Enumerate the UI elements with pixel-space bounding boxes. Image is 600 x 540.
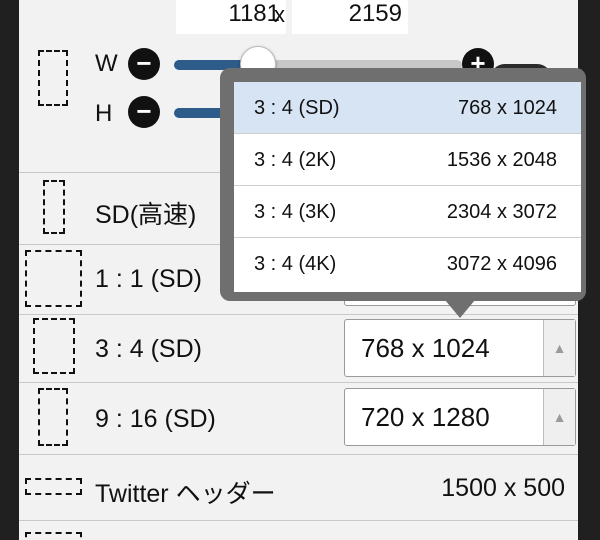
popover-tail <box>445 300 475 318</box>
preset-1-1-icon <box>25 250 82 307</box>
width-minus-button[interactable]: − <box>128 48 160 80</box>
preset-twitter-header-icon <box>25 478 82 495</box>
popover-item-size: 1536 x 2048 <box>446 149 557 171</box>
select-arrow-icon[interactable]: ▲ <box>543 320 575 376</box>
popover-item-sd[interactable]: 3 : 4 (SD) 768 x 1024 <box>234 82 581 134</box>
canvas-preview-icon <box>38 50 68 106</box>
preset-row-next[interactable] <box>19 520 578 540</box>
popover-item-3k[interactable]: 3 : 4 (3K) 2304 x 3072 <box>234 186 581 238</box>
preset-3-4-icon <box>33 318 75 374</box>
preset-9-16-icon <box>38 388 68 446</box>
preset-3-4-value: 768 x 1024 <box>361 333 490 363</box>
width-input[interactable]: 1181 <box>176 0 286 34</box>
preset-sd-fast-label: SD(高速) <box>95 201 197 229</box>
preset-9-16-value: 720 x 1280 <box>361 402 490 432</box>
select-arrow-icon[interactable]: ▲ <box>543 389 575 445</box>
popover-item-size: 3072 x 4096 <box>446 253 557 275</box>
preset-1-1-label: 1 : 1 (SD) <box>95 265 202 293</box>
popover-item-ratio: 3 : 4 (4K) <box>254 253 337 275</box>
preset-3-4-label: 3 : 4 (SD) <box>95 335 202 363</box>
popover-item-ratio: 3 : 4 (2K) <box>254 149 337 171</box>
size-separator: x <box>274 2 285 27</box>
preset-twitter-header-value: 1500 x 500 <box>441 474 565 502</box>
size-popover-list: 3 : 4 (SD) 768 x 1024 3 : 4 (2K) 1536 x … <box>234 82 581 292</box>
popover-item-size: 768 x 1024 <box>458 97 557 119</box>
preset-twitter-header-label: Twitter ヘッダー <box>95 480 276 508</box>
popover-item-2k[interactable]: 3 : 4 (2K) 1536 x 2048 <box>234 134 581 186</box>
popover-item-ratio: 3 : 4 (SD) <box>254 97 340 119</box>
preset-9-16-label: 9 : 16 (SD) <box>95 405 216 433</box>
left-sidebar <box>0 0 19 540</box>
popover-item-4k[interactable]: 3 : 4 (4K) 3072 x 4096 <box>234 238 581 290</box>
preset-sd-fast-icon <box>43 180 65 234</box>
preset-3-4-select[interactable]: 768 x 1024 ▲ <box>344 319 576 377</box>
width-slider-label: W <box>95 50 118 77</box>
popover-item-ratio: 3 : 4 (3K) <box>254 201 337 223</box>
height-input[interactable]: 2159 <box>292 0 408 34</box>
height-slider-label: H <box>95 100 113 127</box>
height-minus-button[interactable]: − <box>128 96 160 128</box>
preset-9-16-select[interactable]: 720 x 1280 ▲ <box>344 388 576 446</box>
preset-next-icon <box>25 532 82 540</box>
popover-item-size: 2304 x 3072 <box>446 201 557 223</box>
